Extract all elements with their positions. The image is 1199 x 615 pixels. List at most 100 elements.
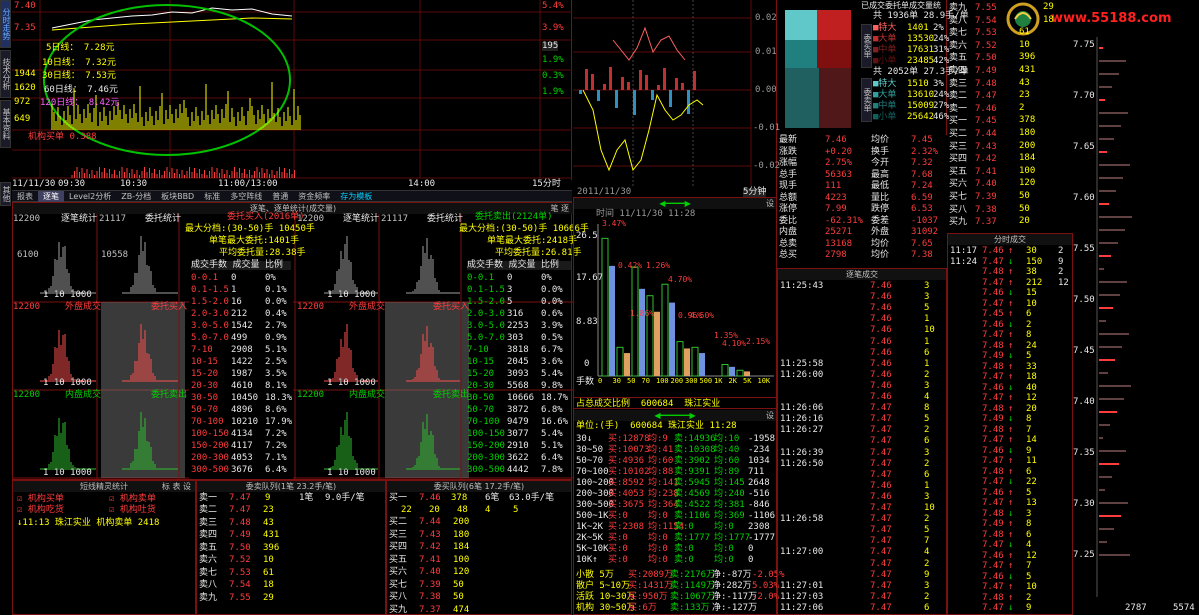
- fenshi-row[interactable]: 11:24 7.47 ↓ 150 9: [950, 257, 1072, 267]
- period-label[interactable]: 5分钟: [743, 188, 767, 197]
- zhubi-row[interactable]: 11:25:43 7.46 3: [780, 281, 946, 292]
- book-row[interactable]: 买四 7.42: [949, 153, 997, 165]
- tab-zhubi[interactable]: 逐笔: [38, 191, 64, 202]
- order-row[interactable]: ■大单 13530 24%: [873, 34, 949, 45]
- queue-row[interactable]: 卖四 7.49 431: [199, 529, 359, 541]
- book-row[interactable]: 卖四 7.49: [949, 65, 997, 77]
- ratio-row[interactable]: 300~500 买:3675 均:364 卖:4522 均:381 -846: [576, 500, 776, 511]
- volume-cell[interactable]: 2: [1019, 103, 1024, 113]
- order-row[interactable]: ■大单 13610 24%: [873, 90, 949, 101]
- dist-row[interactable]: 0-0.1 0 0%: [189, 272, 293, 284]
- zhubi-row[interactable]: 7.46 3: [780, 381, 946, 392]
- dist-row[interactable]: 0.1-1.5 1 0.1%: [189, 284, 293, 296]
- queue-row[interactable]: 买二 7.44 200: [389, 516, 549, 528]
- book-row[interactable]: 买七 7.39: [949, 191, 997, 203]
- queue-row[interactable]: 买三 7.43 180: [389, 529, 549, 541]
- dist-row[interactable]: 7-10 2908 5.1%: [189, 344, 293, 356]
- book-row[interactable]: 卖二 7.47: [949, 90, 997, 102]
- zhubi-row[interactable]: 11:26:50 7.47 2: [780, 459, 946, 470]
- filter-checkbox[interactable]: ☑ 机构卖单: [109, 495, 156, 504]
- vtab-basic[interactable]: 基本资料: [0, 100, 11, 148]
- queue-row[interactable]: 买八 7.38 50: [389, 591, 549, 603]
- dist-row[interactable]: 200-300 4053 7.1%: [189, 452, 293, 464]
- fenshi-row[interactable]: 7.46 ↑ 12: [950, 551, 1072, 561]
- fenshi-row[interactable]: 7.47 ↑ 7: [950, 561, 1072, 571]
- tab-bbd[interactable]: 板块BBD: [156, 191, 199, 202]
- fenshi-row[interactable]: 7.47 ↓ 22: [950, 477, 1072, 487]
- fenshi-row[interactable]: 7.48 ↑ 24: [950, 341, 1072, 351]
- vtab-weimai2[interactable]: 委卖单: [861, 78, 872, 122]
- book-row[interactable]: 买三 7.43: [949, 141, 997, 153]
- fenshi-row[interactable]: 7.47 ↓ 4: [950, 540, 1072, 550]
- fenshi-row[interactable]: 7.49 ↓ 5: [950, 351, 1072, 361]
- zhubi-row[interactable]: 7.46 4: [780, 392, 946, 403]
- ratio-row[interactable]: 30↓ 买:12878 均:9 卖:14936 均:10 -1958: [576, 434, 776, 445]
- tab-baobiao[interactable]: 报表: [12, 191, 38, 202]
- fenshi-row[interactable]: 7.45 ↑ 6: [950, 309, 1072, 319]
- sprite-entry[interactable]: ↓11:13 珠江实业 机构卖单 2418: [17, 519, 159, 528]
- order-row[interactable]: ■中单 17631 31%: [873, 45, 949, 56]
- zhubi-row[interactable]: 7.46 5: [780, 303, 946, 314]
- ratio-row[interactable]: 500~1K 买:0 均:0 卖:1106 均:369 -1106: [576, 511, 776, 522]
- dist-row[interactable]: 3.0-5.0 1542 2.7%: [189, 320, 293, 332]
- zhubi-row[interactable]: 7.47 2: [780, 559, 946, 570]
- fenshi-row[interactable]: 7.47 ↑ 12: [950, 393, 1072, 403]
- money-flow-row[interactable]: 活跃 10~30万 买:950万 卖:1067万 净:-117万 -2.0%: [576, 592, 779, 603]
- vtab-weimai[interactable]: 委买单: [861, 24, 872, 68]
- ratio-row[interactable]: 30~50 买:10073 均:41 卖:10308 均:40 -234: [576, 445, 776, 456]
- main-chart[interactable]: 7.40 7.35 5.4% 3.9% 195 1.9% 0.3% 1.9% 5…: [12, 0, 572, 190]
- zhubi-row[interactable]: 7.46 10: [780, 325, 946, 336]
- settings-button[interactable]: 设: [766, 410, 774, 421]
- zhubi-row[interactable]: 11:26:39 7.47 3: [780, 448, 946, 459]
- queue-row[interactable]: 卖六 7.52 10: [199, 554, 359, 566]
- ratio-row[interactable]: 1K~2K 买:2308 均:1154 卖:0 均:0 2308: [576, 522, 776, 533]
- volume-cell[interactable]: 431: [1019, 66, 1035, 75]
- volume-cell[interactable]: 18: [1043, 15, 1054, 25]
- dist-row[interactable]: 50-70 3872 6.8%: [465, 404, 569, 416]
- fenshi-row[interactable]: 7.49 ↑ 8: [950, 519, 1072, 529]
- fenshi-row[interactable]: 7.47 ↑ 8: [950, 330, 1072, 340]
- vtab-fenshi[interactable]: 分时走势: [0, 0, 11, 48]
- vtab-other[interactable]: 其他: [0, 182, 11, 206]
- zhubi-row[interactable]: 11:26:27 7.47 2: [780, 425, 946, 436]
- fenshi-row[interactable]: 7.47 ↑ 11: [950, 456, 1072, 466]
- zhubi-row[interactable]: 7.47 7: [780, 536, 946, 547]
- fenshi-row[interactable]: 7.47 ↓ 9: [950, 603, 1072, 613]
- queue-row[interactable]: 买六 7.40 120: [389, 566, 549, 578]
- slider-bar[interactable]: ◀━━━━━━▶: [654, 411, 695, 420]
- vtab-tech[interactable]: 技术分析: [0, 50, 11, 98]
- dist-row[interactable]: 0-0.1 0 0%: [465, 272, 569, 284]
- book-row[interactable]: 买六 7.40: [949, 178, 997, 190]
- dist-row[interactable]: 20-30 5568 9.8%: [465, 380, 569, 392]
- queue-row[interactable]: 买七 7.39 50: [389, 579, 549, 591]
- fenshi-row[interactable]: 7.48 ↑ 38 2: [950, 267, 1072, 277]
- tab-putong[interactable]: 普通: [267, 191, 293, 202]
- book-row[interactable]: 卖一 7.46: [949, 103, 997, 115]
- volume-cell[interactable]: 378: [1019, 116, 1035, 125]
- tab-duokong[interactable]: 多空阵线: [225, 191, 267, 202]
- dist-row[interactable]: 2.0-3.0 316 0.6%: [465, 308, 569, 320]
- volume-cell[interactable]: 61: [1019, 28, 1030, 37]
- dist-row[interactable]: 300-500 4442 7.8%: [465, 464, 569, 476]
- filter-checkbox[interactable]: ☑ 机构吃货: [17, 506, 64, 515]
- dist-row[interactable]: 7-10 3818 6.7%: [465, 344, 569, 356]
- dist-row[interactable]: 30-50 10450 18.3%: [189, 392, 293, 404]
- ratio-row[interactable]: 10K↑ 买:0 均:0 卖:0 均:0 0: [576, 555, 776, 566]
- dist-row[interactable]: 15-20 3093 5.4%: [465, 368, 569, 380]
- queue-row[interactable]: 买一 7.46 378 6笔 63.0手/笔: [389, 492, 571, 504]
- order-row[interactable]: ■中单 15009 27%: [873, 101, 949, 112]
- volume-cell[interactable]: 29: [1043, 3, 1054, 12]
- fenshi-row[interactable]: 7.48 ↑ 6: [950, 530, 1072, 540]
- filter-checkbox[interactable]: ☑ 机构买单: [17, 495, 64, 504]
- fenshi-row[interactable]: 7.47 ↑ 10: [950, 299, 1072, 309]
- queue-row[interactable]: 卖二 7.47 23: [199, 504, 359, 516]
- dist-row[interactable]: 15-20 1987 3.5%: [189, 368, 293, 380]
- dist-row[interactable]: 1.5-2.0 5 0.0%: [465, 296, 569, 308]
- fenshi-row[interactable]: 7.48 ↑ 20: [950, 404, 1072, 414]
- dist-row[interactable]: 30-50 10666 18.7%: [465, 392, 569, 404]
- dist-row[interactable]: 10-15 1422 2.5%: [189, 356, 293, 368]
- tab-level2[interactable]: Level2分析: [64, 191, 116, 202]
- tab-save-template[interactable]: 存为模板: [335, 191, 377, 202]
- dist-row[interactable]: 5.0-7.0 303 0.5%: [465, 332, 569, 344]
- fenshi-row[interactable]: 7.47 ↑ 212 12: [950, 278, 1072, 288]
